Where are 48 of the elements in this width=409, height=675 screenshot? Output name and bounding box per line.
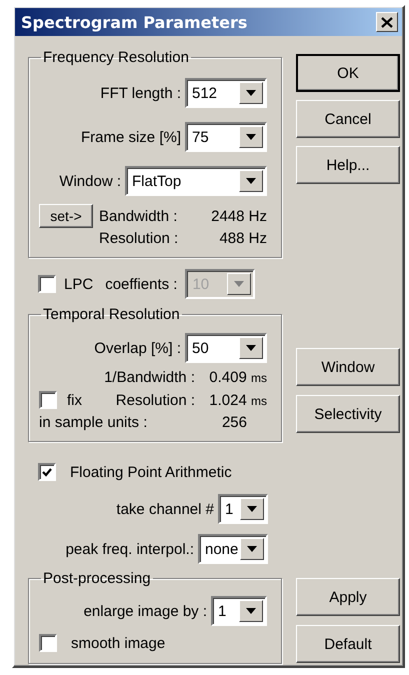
readout-label: Bandwidth : [98,208,178,224]
checkbox[interactable] [39,391,57,409]
close-icon [381,16,393,28]
dialog-button[interactable]: OK [296,54,400,92]
readout-value: 1.024 ms [208,392,267,408]
set-button[interactable]: set-> [39,204,93,228]
dialog-button[interactable]: Cancel [296,100,400,138]
dropdown[interactable]: 50 [185,333,267,363]
window-title: Spectrogram Parameters [21,12,248,32]
group-title: Frequency Resolution [42,49,190,66]
dialog-button[interactable]: Apply [296,578,400,616]
readout-label: 1/Bandwidth : [103,369,195,386]
close-button[interactable] [376,12,398,32]
readout-label: Resolution : [116,392,195,408]
group-title: Temporal Resolution [42,306,181,323]
checkmark-icon [42,468,52,476]
field-label: Overlap [%] : [94,340,181,356]
dropdown[interactable]: FlatTop [125,166,267,196]
field-label: peak freq. interpol.: [66,540,194,558]
dropdown[interactable]: 1 [211,596,267,626]
checkbox-label: Floating Point Arithmetic [70,464,232,480]
dropdown[interactable]: 1 [218,494,268,524]
dropdown[interactable]: 512 [185,78,267,108]
group-title: Post-processing [42,570,152,587]
dropdown[interactable]: 75 [185,122,267,152]
field-label: FFT length : [100,84,181,102]
checkbox-label: LPC [64,276,94,292]
checkbox-label: fix [67,392,82,408]
readout-value: 2448 Hz [211,208,267,224]
readout-value: 256 [220,414,248,431]
field-label: take channel # [116,500,214,518]
readout-label: Resolution : [98,230,180,247]
readout-value: 488 Hz [218,230,267,247]
field-label: Window : [59,172,121,190]
checkbox-label: smooth image [71,634,166,652]
dialog-button[interactable]: Window [296,348,400,386]
checkbox[interactable] [38,463,56,481]
field-label: enlarge image by : [84,602,207,620]
dialog-button[interactable]: Default [296,625,400,663]
checkbox[interactable] [38,275,56,293]
field-label: coeffients : [105,276,178,292]
readout-value: 0.409 ms [208,369,267,386]
dialog-button[interactable]: Help... [296,146,400,184]
readout-label: in sample units : [39,414,148,431]
checkbox[interactable] [39,634,57,652]
dialog-button[interactable]: Selectivity [296,395,400,433]
field-label: Frame size [%] [80,128,181,146]
dropdown[interactable]: none [198,534,268,564]
